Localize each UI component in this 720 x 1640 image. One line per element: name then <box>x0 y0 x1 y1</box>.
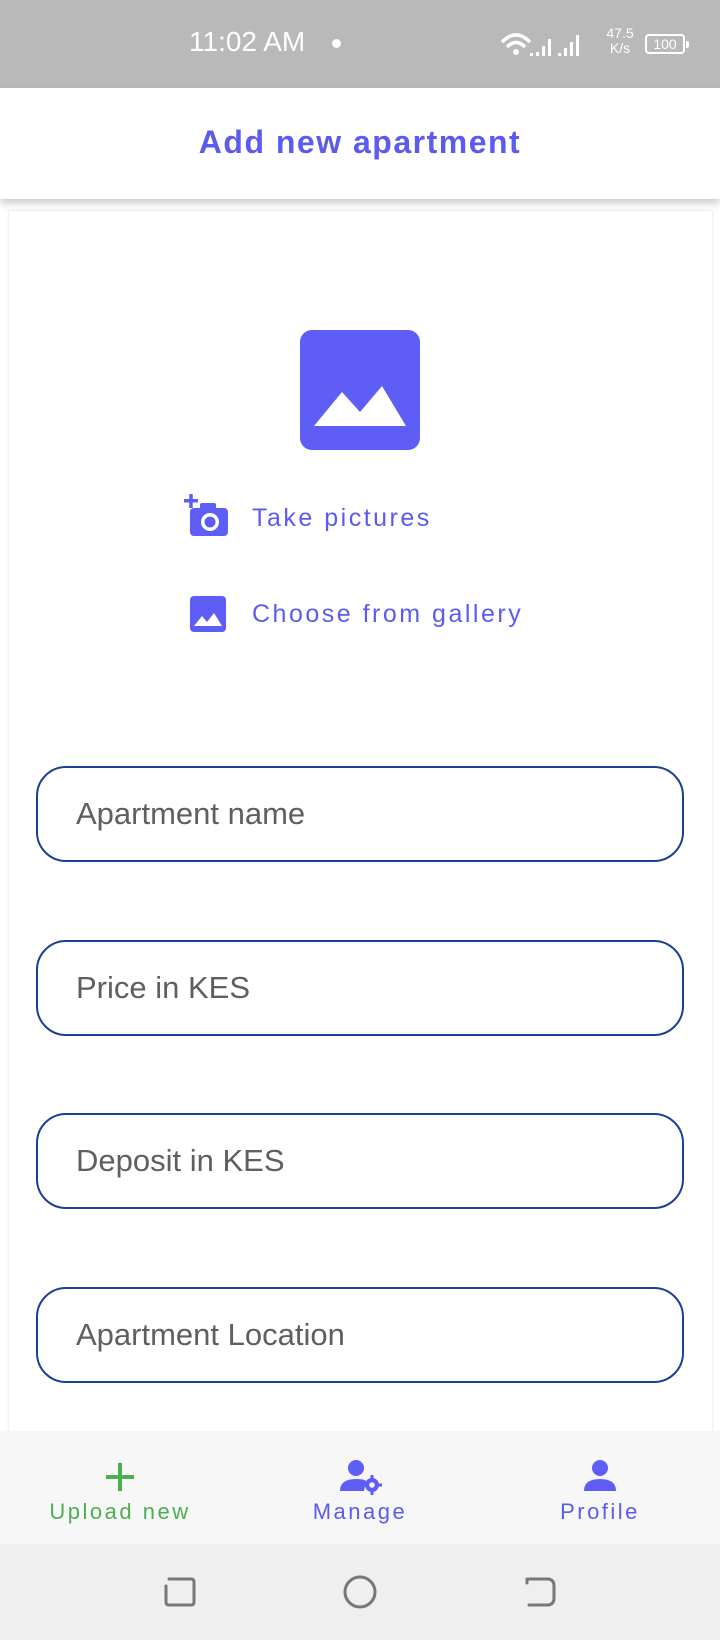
network-speed-unit: K/s <box>609 40 631 56</box>
notification-dot <box>332 39 341 48</box>
deposit-input[interactable] <box>76 1115 656 1207</box>
add-camera-icon <box>184 494 228 536</box>
location-input[interactable] <box>76 1289 656 1381</box>
location-field[interactable] <box>36 1287 684 1383</box>
person-icon <box>584 1460 616 1491</box>
network-speed: 47.5 K/s <box>603 26 637 56</box>
user-settings-icon <box>340 1460 382 1495</box>
nav-profile-label: Profile <box>560 1499 640 1524</box>
landscape-image-icon[interactable] <box>300 330 420 450</box>
system-navigation-bar <box>0 1544 720 1640</box>
nav-manage[interactable]: Manage <box>260 1431 460 1544</box>
bottom-navigation: Upload new Manage Profile <box>0 1431 720 1544</box>
page-title: Add new apartment <box>198 124 522 160</box>
price-input[interactable] <box>76 942 656 1034</box>
apartment-name-field[interactable] <box>36 766 684 862</box>
app-bar: Add new apartment <box>0 88 720 199</box>
price-field[interactable] <box>36 940 684 1036</box>
status-time: 11:02 AM <box>189 26 306 57</box>
choose-gallery-label: Choose from gallery <box>252 599 524 628</box>
gallery-image-icon <box>190 596 226 632</box>
choose-gallery-button[interactable]: Choose from gallery <box>184 589 523 639</box>
recent-apps-icon[interactable] <box>157 1569 203 1615</box>
home-icon[interactable] <box>337 1569 383 1615</box>
mountain-shape <box>314 386 406 426</box>
nav-profile[interactable]: Profile <box>500 1431 700 1544</box>
back-icon[interactable] <box>517 1569 563 1615</box>
take-pictures-button[interactable]: Take pictures <box>184 493 432 543</box>
plus-icon <box>106 1463 134 1491</box>
nav-manage-label: Manage <box>312 1499 408 1524</box>
take-pictures-label: Take pictures <box>252 503 432 532</box>
nav-upload-new-label: Upload new <box>49 1499 191 1524</box>
battery-icon: 100 <box>645 34 689 54</box>
network-speed-value: 47.5 <box>606 25 634 41</box>
nav-upload-new[interactable]: Upload new <box>20 1431 220 1544</box>
deposit-field[interactable] <box>36 1113 684 1209</box>
status-bar: 11:02 AM 47.5 K/s 100 <box>0 0 720 88</box>
apartment-name-input[interactable] <box>76 768 656 860</box>
